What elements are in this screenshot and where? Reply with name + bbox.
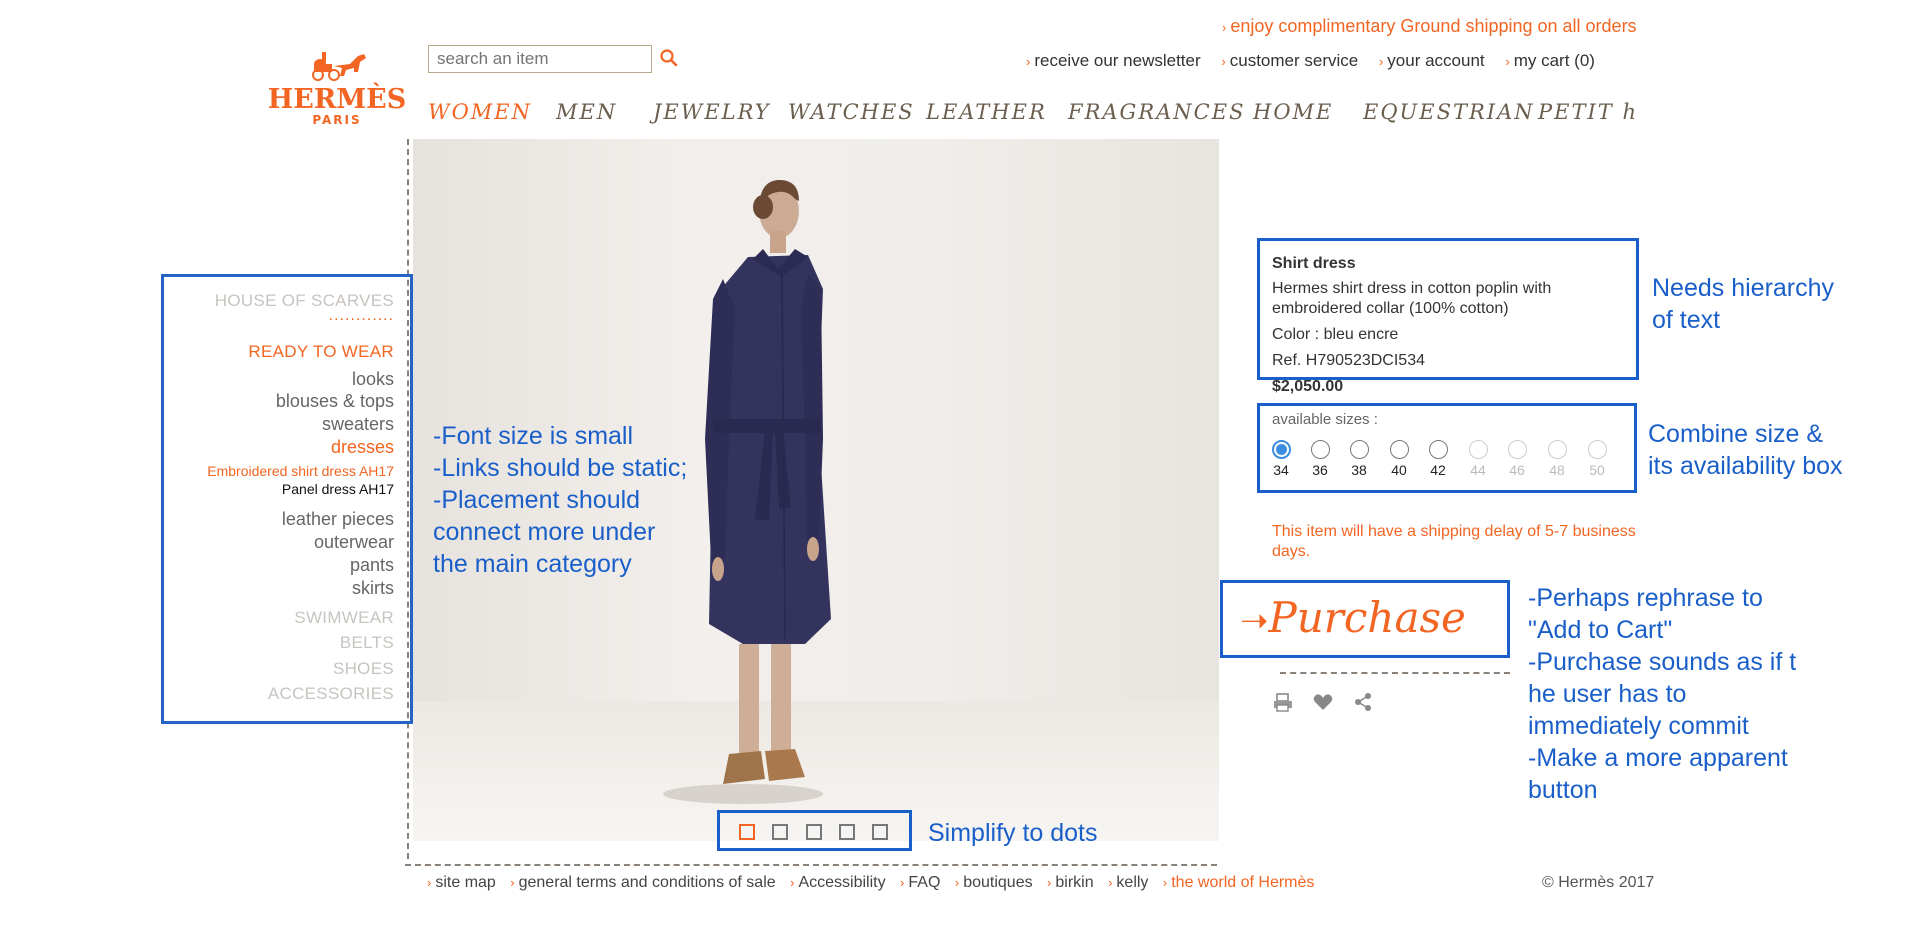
nav-equestrian[interactable]: EQUESTRIAN [1363, 100, 1535, 124]
size-annotation: Combine size & its availability box [1648, 420, 1843, 480]
sketch-line-bottom [405, 864, 1217, 866]
nav-fragrances[interactable]: FRAGRANCES [1068, 100, 1245, 124]
sub-leather-pieces[interactable]: leather pieces [282, 509, 394, 530]
search-input[interactable] [428, 45, 652, 73]
sub-panel-dress[interactable]: Panel dress AH17 [282, 481, 394, 497]
sub-outerwear[interactable]: outerwear [314, 532, 394, 553]
sub-dresses[interactable]: dresses [331, 437, 394, 458]
product-info: Shirt dress Hermes shirt dress in cotton… [1272, 254, 1632, 371]
arrow-icon: › [1222, 20, 1227, 35]
product-price: $2,050.00 [1272, 378, 1344, 395]
carousel-dot-5[interactable] [872, 824, 888, 840]
dotted-divider: ............ [328, 307, 394, 324]
share-icon [1355, 693, 1371, 711]
heart-icon [1313, 694, 1333, 710]
size-option-42[interactable]: 42 [1423, 440, 1453, 478]
carousel-dot-2[interactable] [772, 824, 788, 840]
newsletter-link[interactable]: › receive our newsletter [1026, 51, 1201, 70]
print-button[interactable] [1272, 691, 1294, 713]
nav-leather[interactable]: LEATHER [926, 100, 1047, 124]
cat-swimwear[interactable]: SWIMWEAR [294, 608, 394, 628]
sub-blouses-tops[interactable]: blouses & tops [276, 391, 394, 412]
footer-world-of-hermes[interactable]: › the world of Hermès [1163, 874, 1315, 891]
arrow-right-icon: ➝ [1240, 601, 1269, 641]
hermes-logo[interactable]: HERMÈS PARIS [262, 42, 412, 127]
customer-service-link[interactable]: › customer service [1221, 51, 1358, 70]
my-cart-link[interactable]: › my cart (0) [1505, 51, 1595, 70]
purchase-annotation: -Perhaps rephrase to "Add to Cart" -Purc… [1528, 584, 1797, 804]
sketch-line-purchase [1280, 672, 1510, 674]
sub-embroidered-shirt-dress[interactable]: Embroidered shirt dress AH17 [207, 463, 394, 479]
purchase-button[interactable]: ➝Purchase [1228, 588, 1500, 650]
sizes-label: available sizes : [1272, 411, 1378, 428]
search-button[interactable] [659, 48, 679, 68]
size-option-48: 48 [1542, 440, 1572, 478]
share-button[interactable] [1352, 691, 1374, 713]
sub-looks[interactable]: looks [352, 369, 394, 390]
footer-site-map[interactable]: › site map [427, 874, 496, 891]
your-account-link[interactable]: › your account [1379, 51, 1485, 70]
product-name: Shirt dress [1272, 255, 1356, 272]
size-option-34[interactable]: 34 [1266, 440, 1296, 478]
promo-banner: › enjoy complimentary Ground shipping on … [1222, 16, 1637, 37]
cat-ready-to-wear[interactable]: READY TO WEAR [248, 342, 394, 362]
carousel-dot-3[interactable] [806, 824, 822, 840]
sidebar-annotation: -Font size is small -Links should be sta… [433, 422, 688, 578]
footer-birkin[interactable]: › birkin [1047, 874, 1094, 891]
footer-kelly[interactable]: › kelly [1108, 874, 1148, 891]
product-ref: Ref. H790523DCI534 [1272, 352, 1425, 369]
size-option-50: 50 [1582, 440, 1612, 478]
sub-skirts[interactable]: skirts [352, 578, 394, 599]
promo-text: enjoy complimentary Ground shipping on a… [1230, 16, 1637, 36]
nav-petit-h[interactable]: PETIT h [1538, 100, 1638, 124]
size-option-36[interactable]: 36 [1305, 440, 1335, 478]
sub-sweaters[interactable]: sweaters [322, 414, 394, 435]
footer-links: › site map › general terms and conditions … [427, 874, 1324, 892]
size-option-46: 46 [1502, 440, 1532, 478]
size-option-44: 44 [1463, 440, 1493, 478]
search-icon [660, 49, 678, 67]
carriage-logo-icon: HERMÈS PARIS [268, 52, 407, 127]
print-icon [1274, 693, 1292, 712]
product-color: Color : bleu encre [1272, 326, 1399, 343]
sub-pants[interactable]: pants [350, 555, 394, 576]
nav-men[interactable]: MEN [556, 100, 617, 124]
footer-boutiques[interactable]: › boutiques [955, 874, 1033, 891]
footer-terms[interactable]: › general terms and conditions of sale [510, 874, 775, 891]
svg-text:PARIS: PARIS [312, 113, 361, 127]
size-option-38[interactable]: 38 [1344, 440, 1374, 478]
text-hierarchy-annotation: Needs hierarchy of text [1652, 274, 1835, 334]
dots-annotation: Simplify to dots [928, 819, 1098, 847]
carousel-dot-1[interactable] [739, 824, 755, 840]
nav-jewelry[interactable]: JEWELRY [653, 100, 771, 124]
footer-accessibility[interactable]: › Accessibility [790, 874, 885, 891]
wishlist-button[interactable] [1312, 691, 1334, 713]
nav-women[interactable]: WOMEN [428, 100, 532, 124]
size-option-40[interactable]: 40 [1384, 440, 1414, 478]
category-annotation-box: HOUSE OF SCARVES ............ READY TO W… [161, 274, 413, 724]
cat-shoes[interactable]: SHOES [333, 659, 394, 679]
svg-text:HERMÈS: HERMÈS [268, 82, 407, 115]
utility-links: › receive our newsletter › customer servic… [1026, 51, 1611, 71]
nav-home[interactable]: HOME [1253, 100, 1333, 124]
cat-belts[interactable]: BELTS [340, 633, 394, 653]
nav-watches[interactable]: WATCHES [788, 100, 915, 124]
carousel-dot-4[interactable] [839, 824, 855, 840]
copyright: © Hermès 2017 [1542, 874, 1655, 891]
shipping-delay-notice: This item will have a shipping delay of … [1272, 523, 1636, 560]
footer-faq[interactable]: › FAQ [900, 874, 940, 891]
cat-accessories[interactable]: ACCESSORIES [268, 684, 394, 704]
product-description: Hermes shirt dress in cotton poplin with… [1272, 280, 1552, 317]
